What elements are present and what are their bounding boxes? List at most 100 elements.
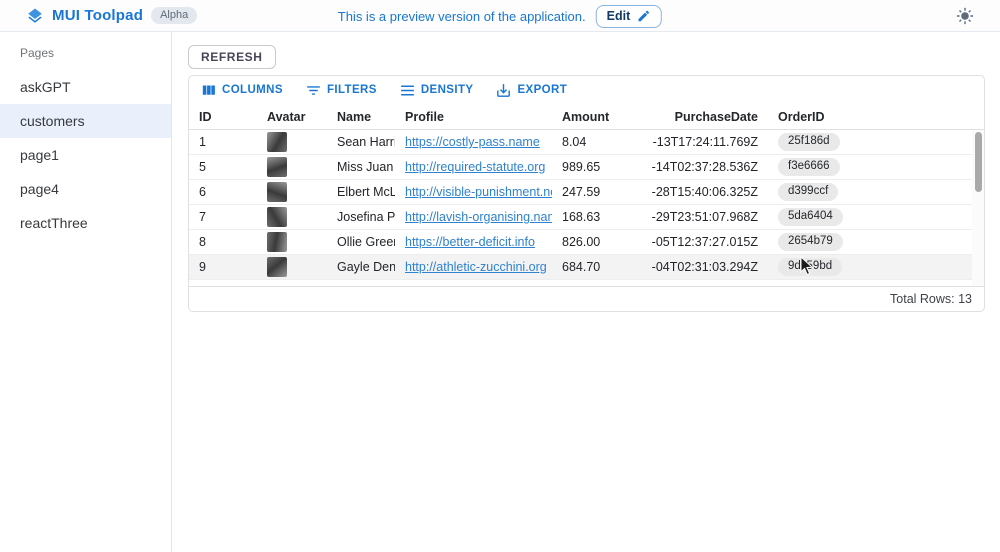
sidebar-section-label: Pages: [0, 32, 171, 70]
cell-profile: https://better-deficit.info: [395, 235, 552, 249]
cell-orderId: f3e6666: [768, 158, 984, 176]
preview-banner: This is a preview version of the applica…: [338, 0, 662, 32]
cell-amount: 247.59: [552, 185, 652, 199]
cell-name: Gayle Den…: [327, 260, 395, 274]
order-id-chip[interactable]: 9dc59bd: [778, 258, 842, 276]
app-header: MUI Toolpad Alpha This is a preview vers…: [0, 0, 1000, 32]
column-header-purchaseDate[interactable]: PurchaseDate: [652, 110, 768, 124]
avatar: [267, 182, 287, 202]
columns-button[interactable]: COLUMNS: [200, 82, 283, 99]
cell-profile: http://visible-punishment.net: [395, 185, 552, 199]
grid-header-row: IDAvatarNameProfileAmountPurchaseDateOrd…: [189, 104, 984, 130]
edit-button-label: Edit: [607, 9, 631, 23]
order-id-chip[interactable]: d399ccf: [778, 183, 838, 201]
profile-link[interactable]: https://costly-pass.name: [405, 135, 540, 149]
cell-amount: 168.63: [552, 210, 652, 224]
avatar: [267, 157, 287, 177]
cell-id: 1: [189, 135, 257, 149]
profile-link[interactable]: https://better-deficit.info: [405, 235, 535, 249]
cell-name: Ollie Green…: [327, 235, 395, 249]
sun-icon: [956, 7, 974, 25]
cell-purchaseDate: 1997-11-13T17:24:11.769Z: [652, 135, 768, 149]
main-content: REFRESH COLUMNS FILTERS DENSITY EXPORT IDAv…: [172, 32, 1000, 552]
cell-amount: 684.70: [552, 260, 652, 274]
cell-orderId: 25f186d: [768, 133, 984, 151]
column-header-amount[interactable]: Amount: [552, 110, 652, 124]
cell-id: 8: [189, 235, 257, 249]
table-row[interactable]: 5 Miss Juan … http://required-statute.org 9…: [189, 155, 984, 180]
table-row[interactable]: 8 Ollie Green… https://better-deficit.info…: [189, 230, 984, 255]
pencil-icon: [637, 9, 651, 23]
cell-amount: 826.00: [552, 235, 652, 249]
column-header-orderId[interactable]: OrderID: [768, 110, 984, 124]
alpha-badge: Alpha: [151, 7, 197, 24]
filters-button[interactable]: FILTERS: [305, 82, 377, 99]
column-header-profile[interactable]: Profile: [395, 110, 552, 124]
vertical-scrollbar[interactable]: [972, 130, 984, 286]
order-id-chip[interactable]: 25f186d: [778, 133, 840, 151]
profile-link[interactable]: http://required-statute.org: [405, 160, 545, 174]
table-row[interactable]: 1Sean Harrishttps://costly-pass.name8.04…: [189, 130, 984, 155]
density-button[interactable]: DENSITY: [399, 82, 474, 99]
table-row[interactable]: 7Josefina P…http://lavish-organising.nam…: [189, 205, 984, 230]
sidebar-item-page1[interactable]: page1: [0, 138, 171, 172]
cell-profile: http://lavish-organising.name: [395, 210, 552, 224]
cell-orderId: 5da6404: [768, 208, 984, 226]
grid-footer: Total Rows: 13: [189, 286, 984, 311]
table-row[interactable]: 9Gayle Den…http://athletic-zucchini.org6…: [189, 255, 984, 280]
edit-button[interactable]: Edit: [596, 5, 663, 28]
grid-toolbar: COLUMNS FILTERS DENSITY EXPORT: [189, 76, 984, 104]
sidebar: Pages askGPTcustomerspage1page4reactThre…: [0, 32, 172, 552]
cell-avatar: [257, 132, 327, 152]
total-rows-label: Total Rows: 13: [890, 292, 972, 306]
cell-id: 7: [189, 210, 257, 224]
cell-id: 5: [189, 160, 257, 174]
cell-orderId: 9dc59bd: [768, 258, 984, 276]
sidebar-items: askGPTcustomerspage1page4reactThree: [0, 70, 171, 240]
cell-avatar: [257, 182, 327, 202]
export-button[interactable]: EXPORT: [495, 82, 567, 99]
density-icon: [399, 82, 416, 99]
profile-link[interactable]: http://lavish-organising.name: [405, 210, 552, 224]
cell-profile: http://athletic-zucchini.org: [395, 260, 552, 274]
column-header-id[interactable]: ID: [189, 110, 257, 124]
sidebar-item-page4[interactable]: page4: [0, 172, 171, 206]
cell-avatar: [257, 157, 327, 177]
avatar: [267, 257, 287, 277]
avatar: [267, 232, 287, 252]
order-id-chip[interactable]: 5da6404: [778, 208, 843, 226]
preview-text: This is a preview version of the applica…: [338, 9, 586, 24]
profile-link[interactable]: http://visible-punishment.net: [405, 185, 552, 199]
cell-avatar: [257, 257, 327, 277]
toolbar-button-label: FILTERS: [327, 84, 377, 96]
table-row[interactable]: 6Elbert McL…http://visible-punishment.ne…: [189, 180, 984, 205]
avatar: [267, 207, 287, 227]
toolbar-button-label: EXPORT: [517, 84, 567, 96]
cell-purchaseDate: 2045-01-28T15:40:06.325Z: [652, 185, 768, 199]
cell-name: Elbert McL…: [327, 185, 395, 199]
order-id-chip[interactable]: 2654b79: [778, 233, 843, 251]
sidebar-item-askGPT[interactable]: askGPT: [0, 70, 171, 104]
export-icon: [495, 82, 512, 99]
cell-amount: 989.65: [552, 160, 652, 174]
brand: MUI Toolpad Alpha: [0, 7, 197, 25]
refresh-button[interactable]: REFRESH: [188, 45, 276, 69]
order-id-chip[interactable]: f3e6666: [778, 158, 840, 176]
profile-link[interactable]: http://athletic-zucchini.org: [405, 260, 547, 274]
cell-name: Miss Juan …: [327, 160, 395, 174]
theme-toggle-button[interactable]: [956, 7, 974, 25]
scrollbar-thumb[interactable]: [975, 132, 982, 192]
column-header-avatar[interactable]: Avatar: [257, 110, 327, 124]
toolbar-button-label: COLUMNS: [222, 84, 283, 96]
sidebar-item-customers[interactable]: customers: [0, 104, 171, 138]
sidebar-item-reactThree[interactable]: reactThree: [0, 206, 171, 240]
grid-rows-viewport: 1Sean Harrishttps://costly-pass.name8.04…: [189, 130, 984, 286]
filter-icon: [305, 82, 322, 99]
cell-purchaseDate: 2086-09-05T12:37:27.015Z: [652, 235, 768, 249]
cell-purchaseDate: 2088-05-04T02:31:03.294Z: [652, 260, 768, 274]
cell-name: Sean Harris: [327, 135, 395, 149]
app-title: MUI Toolpad: [52, 7, 143, 24]
toolpad-logo-icon: [26, 7, 44, 25]
column-header-name[interactable]: Name: [327, 110, 395, 124]
cell-orderId: d399ccf: [768, 183, 984, 201]
